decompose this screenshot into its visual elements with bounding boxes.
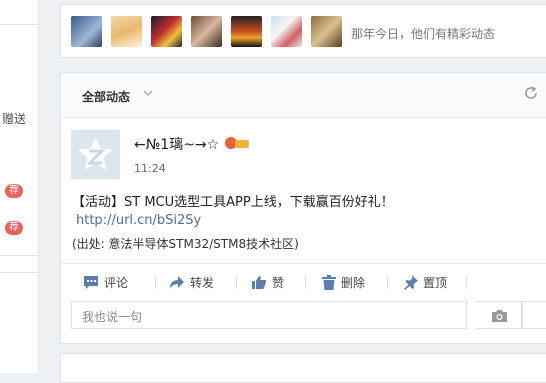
post-timestamp[interactable]: 11:24 [134, 162, 166, 175]
friends-memories-bar: 那年今日，他们有精彩动态 [60, 4, 546, 58]
divider [0, 255, 38, 256]
feed-header: 全部动态 [61, 73, 546, 118]
refresh-icon[interactable] [523, 85, 541, 103]
comment-icon [83, 275, 99, 290]
feed-panel: 全部动态 ←№1璃~→☆ 11:24 【活动】ST MCU选型工具APP上线，下… [60, 72, 546, 344]
gift-link[interactable]: 赠送 [2, 110, 26, 127]
friend-avatar[interactable] [191, 16, 222, 47]
memories-caption: 那年今日，他们有精彩动态 [351, 27, 496, 41]
friend-avatar[interactable] [151, 16, 182, 47]
photo-upload-button[interactable] [476, 301, 522, 329]
friend-avatar[interactable] [271, 16, 302, 47]
divider [61, 263, 546, 264]
like-button[interactable]: 赞 [251, 273, 284, 291]
delete-button[interactable]: 删除 [322, 273, 365, 291]
post-link[interactable]: http://url.cn/bSi2Sy [76, 213, 201, 228]
chevron-down-icon[interactable] [143, 88, 153, 101]
post-content: 【活动】ST MCU选型工具APP上线，下载赢百份好礼！ [72, 195, 394, 210]
trash-icon [322, 274, 336, 290]
divider [236, 276, 237, 289]
divider [466, 276, 467, 289]
divider [0, 24, 38, 25]
divider [305, 276, 306, 289]
feed-filter-label[interactable]: 全部动态 [82, 88, 130, 105]
pin-icon [404, 274, 418, 290]
comment-input[interactable]: 我也说一句 [71, 301, 467, 329]
friend-avatar[interactable] [311, 16, 342, 47]
post-source: (出处: 意法半导体STM32/STM8技术社区) [72, 237, 299, 251]
recommend-badge[interactable]: 荐 [5, 221, 23, 235]
post-author-name[interactable]: ←№1璃~→☆ [134, 134, 250, 155]
pin-top-button[interactable]: 置顶 [404, 273, 447, 291]
forward-icon [169, 275, 185, 290]
camera-icon [491, 308, 508, 326]
divider [155, 276, 156, 289]
friend-avatar[interactable] [71, 16, 102, 47]
divider [387, 276, 388, 289]
left-sidebar: 赠送 荐 荐 [0, 0, 39, 373]
thumbs-up-icon [251, 275, 267, 290]
post-author-avatar[interactable] [71, 130, 120, 179]
recommend-badge[interactable]: 荐 [5, 184, 23, 198]
vip-badge-icon [224, 135, 250, 155]
friend-avatar[interactable] [111, 16, 142, 47]
comment-button[interactable]: 评论 [83, 273, 128, 291]
divider [0, 272, 38, 273]
emoji-button[interactable] [522, 301, 546, 329]
friend-avatar[interactable] [231, 16, 262, 47]
next-feed-card [60, 353, 546, 383]
forward-button[interactable]: 转发 [169, 273, 214, 291]
